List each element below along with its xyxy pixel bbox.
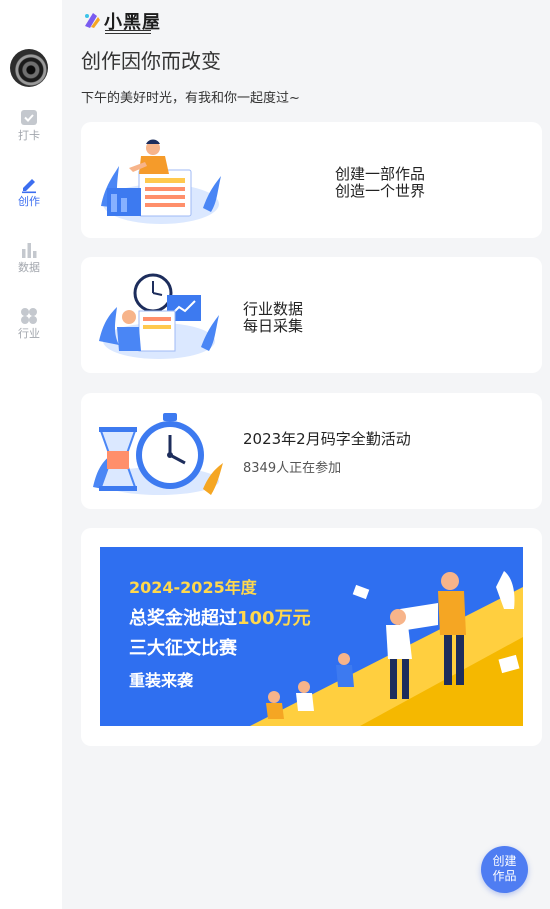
sidebar: 打卡 创作 数据 行业 xyxy=(0,0,62,909)
industry-data-card[interactable]: 行业数据 每日采集 xyxy=(81,257,542,373)
banner-line-4: 重装来袭 xyxy=(129,671,194,690)
banner-line-2: 总奖金池超过100万元 xyxy=(129,604,311,630)
create-work-fab[interactable]: 创建 作品 xyxy=(481,846,528,893)
industry-data-text: 行业数据 每日采集 xyxy=(243,301,303,335)
brand-mark-icon xyxy=(85,13,100,28)
fab-line1: 创建 xyxy=(492,854,517,868)
contest-banner-card[interactable]: 2024-2025年度 总奖金池超过100万元 三大征文比赛 重装来袭 xyxy=(81,528,542,746)
analyst-with-clock-illustration xyxy=(99,273,219,359)
banner-line-1: 2024-2025年度 xyxy=(129,578,257,597)
activity-participants: 8349人正在参加 xyxy=(243,461,342,476)
page-subtitle: 下午的美好时光，有我和你一起度过~ xyxy=(81,91,300,106)
contest-banner[interactable]: 2024-2025年度 总奖金池超过100万元 三大征文比赛 重装来袭 xyxy=(100,547,523,726)
banner-line-3: 三大征文比赛 xyxy=(129,638,237,659)
banner-prize-amount: 100万元 xyxy=(237,608,311,629)
page-title: 创作因你而改变 xyxy=(81,49,221,73)
sidebar-item-industry[interactable]: 行业 xyxy=(0,306,58,341)
create-work-card[interactable]: 创建一部作品 创造一个世界 xyxy=(81,122,542,238)
industry-data-line2: 每日采集 xyxy=(243,317,304,335)
sidebar-item-create[interactable]: 创作 xyxy=(0,174,58,209)
fab-line2: 作品 xyxy=(492,869,517,883)
sidebar-item-label: 行业 xyxy=(18,327,40,340)
create-work-line1: 创建一部作品 xyxy=(335,165,426,183)
sidebar-item-label: 数据 xyxy=(18,261,40,274)
create-work-text: 创建一部作品 创造一个世界 xyxy=(335,166,425,200)
activity-title: 2023年2月码字全勤活动 xyxy=(243,430,411,448)
checkin-icon xyxy=(21,110,37,125)
bar-chart-icon xyxy=(22,243,37,258)
sidebar-item-label: 创作 xyxy=(18,195,40,208)
industry-data-line1: 行业数据 xyxy=(243,300,304,318)
create-work-line2: 创造一个世界 xyxy=(335,182,426,200)
banner-prize-prefix: 总奖金池超过 xyxy=(129,608,237,629)
sidebar-item-checkin[interactable]: 打卡 xyxy=(0,108,58,143)
stopwatch-hourglass-illustration xyxy=(93,413,223,495)
pencil-icon xyxy=(22,179,36,194)
activity-card[interactable]: 2023年2月码字全勤活动 8349人正在参加 xyxy=(81,393,542,509)
brand-logo: 小黑屋 xyxy=(82,8,172,34)
clover-icon xyxy=(21,308,37,324)
writer-at-desk-illustration xyxy=(101,139,221,224)
sidebar-item-data[interactable]: 数据 xyxy=(0,240,58,275)
sidebar-item-label: 打卡 xyxy=(18,129,40,142)
brand-underline xyxy=(105,30,151,34)
avatar[interactable] xyxy=(10,49,48,87)
